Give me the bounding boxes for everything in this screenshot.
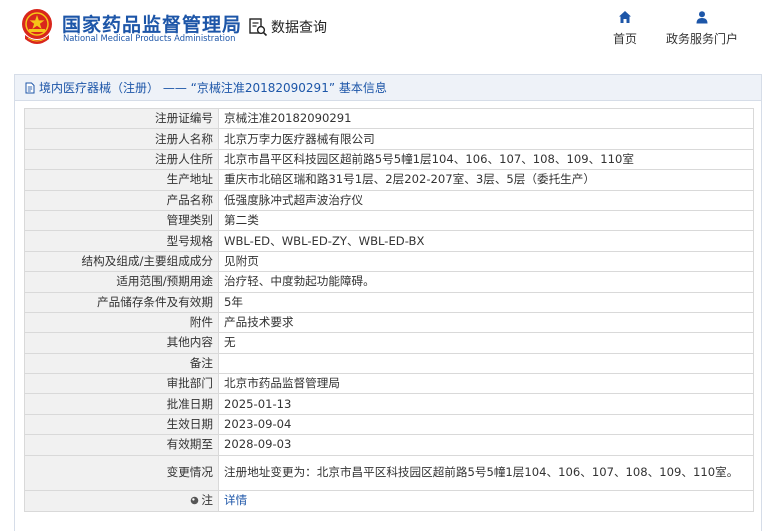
nav-home[interactable]: 首页 <box>612 10 638 47</box>
row-value-approval-dept: 北京市药品监督管理局 <box>218 373 754 395</box>
row-value-intended-use: 治疗轻、中度勃起功能障碍。 <box>218 271 754 293</box>
row-value-model-spec: WBL-ED、WBL-ED-ZY、WBL-ED-BX <box>218 230 754 252</box>
table-row: 附件 产品技术要求 <box>24 311 754 334</box>
table-row: 变更情况 注册地址变更为：北京市昌平区科技园区超前路5号5幢1层104、106、1… <box>24 454 754 491</box>
table-row: 生效日期 2023-09-04 <box>24 413 754 436</box>
table-row: 生产地址 重庆市北碚区瑞和路31号1层、2层202-207室、3层、5层（委托生产… <box>24 169 754 191</box>
row-value-changes: 注册地址变更为：北京市昌平区科技园区超前路5号5幢1层104、106、107、1… <box>218 454 754 491</box>
row-label-effective-date: 生效日期 <box>24 413 219 436</box>
row-label-note-text: 注 <box>201 492 213 507</box>
table-row: 注册人名称 北京万孛力医疗器械有限公司 <box>24 128 754 150</box>
data-query-link[interactable]: 数据查询 <box>248 16 327 38</box>
row-label-remarks: 备注 <box>24 352 219 375</box>
table-row: 适用范围/预期用途 治疗轻、中度勃起功能障碍。 <box>24 271 754 293</box>
nav-services-portal[interactable]: 政务服务门户 <box>664 10 740 47</box>
panel-header: 境内医疗器械（注册） —— “京械注准20182090291” 基本信息 <box>15 75 761 101</box>
row-label-note: 注 <box>24 489 219 512</box>
row-value-production-address: 重庆市北碚区瑞和路31号1层、2层202-207室、3层、5层（委托生产） <box>218 169 754 191</box>
device-info-panel: 境内医疗器械（注册） —— “京械注准20182090291” 基本信息 注册证… <box>14 74 762 531</box>
table-row: 其他内容无 <box>24 332 754 354</box>
row-label-attachment: 附件 <box>24 311 219 334</box>
national-emblem-icon <box>22 9 52 44</box>
document-search-icon <box>249 18 268 37</box>
row-value-approval-date: 2025-01-13 <box>218 393 754 415</box>
table-row: 审批部门 北京市药品监督管理局 <box>24 373 754 395</box>
document-icon <box>25 82 35 93</box>
row-label-certificate-no: 注册证编号 <box>24 107 219 130</box>
row-label-production-address: 生产地址 <box>24 169 219 191</box>
row-label-registrant-address: 注册人住所 <box>24 148 219 171</box>
brand-title-en: National Medical Products Administration <box>63 33 236 43</box>
row-label-structure: 结构及组成/主要组成成分 <box>24 250 219 273</box>
table-row: 管理类别 第二类 <box>24 209 754 232</box>
data-query-label: 数据查询 <box>271 20 327 36</box>
table-row: 注册人住所 北京市昌平区科技园区超前路5号5幢1层104、106、107、108、… <box>24 148 754 171</box>
row-value-product-name: 低强度脉冲式超声波治疗仪 <box>218 189 754 211</box>
table-row: 产品名称 低强度脉冲式超声波治疗仪 <box>24 189 754 211</box>
row-value-expiry-date: 2028-09-03 <box>218 434 754 456</box>
table-row: 有效期至 2028-09-03 <box>24 434 754 456</box>
row-value-registrant-name: 北京万孛力医疗器械有限公司 <box>218 128 754 150</box>
table-row: 注 详情 <box>24 489 754 512</box>
row-value-other: 无 <box>218 332 754 354</box>
nav-services-label: 政务服务门户 <box>665 32 738 46</box>
row-label-management-class: 管理类别 <box>24 209 219 232</box>
row-value-management-class: 第二类 <box>218 209 754 232</box>
table-row: 结构及组成/主要组成成分 见附页 <box>24 250 754 273</box>
row-label-other: 其他内容 <box>24 332 219 354</box>
table-row: 产品储存条件及有效期 5年 <box>24 291 754 313</box>
row-label-approval-dept: 审批部门 <box>24 373 219 395</box>
table-row: 备注 <box>24 352 754 375</box>
row-value-attachment: 产品技术要求 <box>218 311 754 334</box>
table-row: 注册证编号 京械注准20182090291 <box>24 107 754 130</box>
info-table: 注册证编号 京械注准20182090291 注册人名称 北京万孛力医疗器械有限公司 … <box>24 107 754 512</box>
row-label-storage-validity: 产品储存条件及有效期 <box>24 291 219 313</box>
row-label-expiry-date: 有效期至 <box>24 434 219 456</box>
user-icon <box>696 11 708 24</box>
row-value-certificate-no: 京械注准20182090291 <box>218 107 754 130</box>
row-value-effective-date: 2023-09-04 <box>218 413 754 436</box>
row-label-changes: 变更情况 <box>24 454 219 491</box>
row-label-model-spec: 型号规格 <box>24 230 219 252</box>
home-icon <box>619 11 631 23</box>
panel-title: 境内医疗器械（注册） —— “京械注准20182090291” 基本信息 <box>39 81 387 95</box>
row-label-registrant-name: 注册人名称 <box>24 128 219 150</box>
row-value-structure: 见附页 <box>218 250 754 273</box>
row-label-intended-use: 适用范围/预期用途 <box>24 271 219 293</box>
row-value-registrant-address: 北京市昌平区科技园区超前路5号5幢1层104、106、107、108、109、1… <box>218 148 754 171</box>
table-row: 批准日期 2025-01-13 <box>24 393 754 415</box>
bullet-icon <box>191 496 199 504</box>
row-value-storage-validity: 5年 <box>218 291 754 313</box>
details-link[interactable]: 详情 <box>224 493 247 507</box>
row-value-remarks <box>218 352 754 375</box>
row-label-product-name: 产品名称 <box>24 189 219 211</box>
site-header: 国家药品监督管理局 National Medical Products Admi… <box>0 0 764 66</box>
table-row: 型号规格 WBL-ED、WBL-ED-ZY、WBL-ED-BX <box>24 230 754 252</box>
nav-home-label: 首页 <box>612 32 637 46</box>
row-value-note: 详情 <box>218 489 754 512</box>
row-label-approval-date: 批准日期 <box>24 393 219 415</box>
